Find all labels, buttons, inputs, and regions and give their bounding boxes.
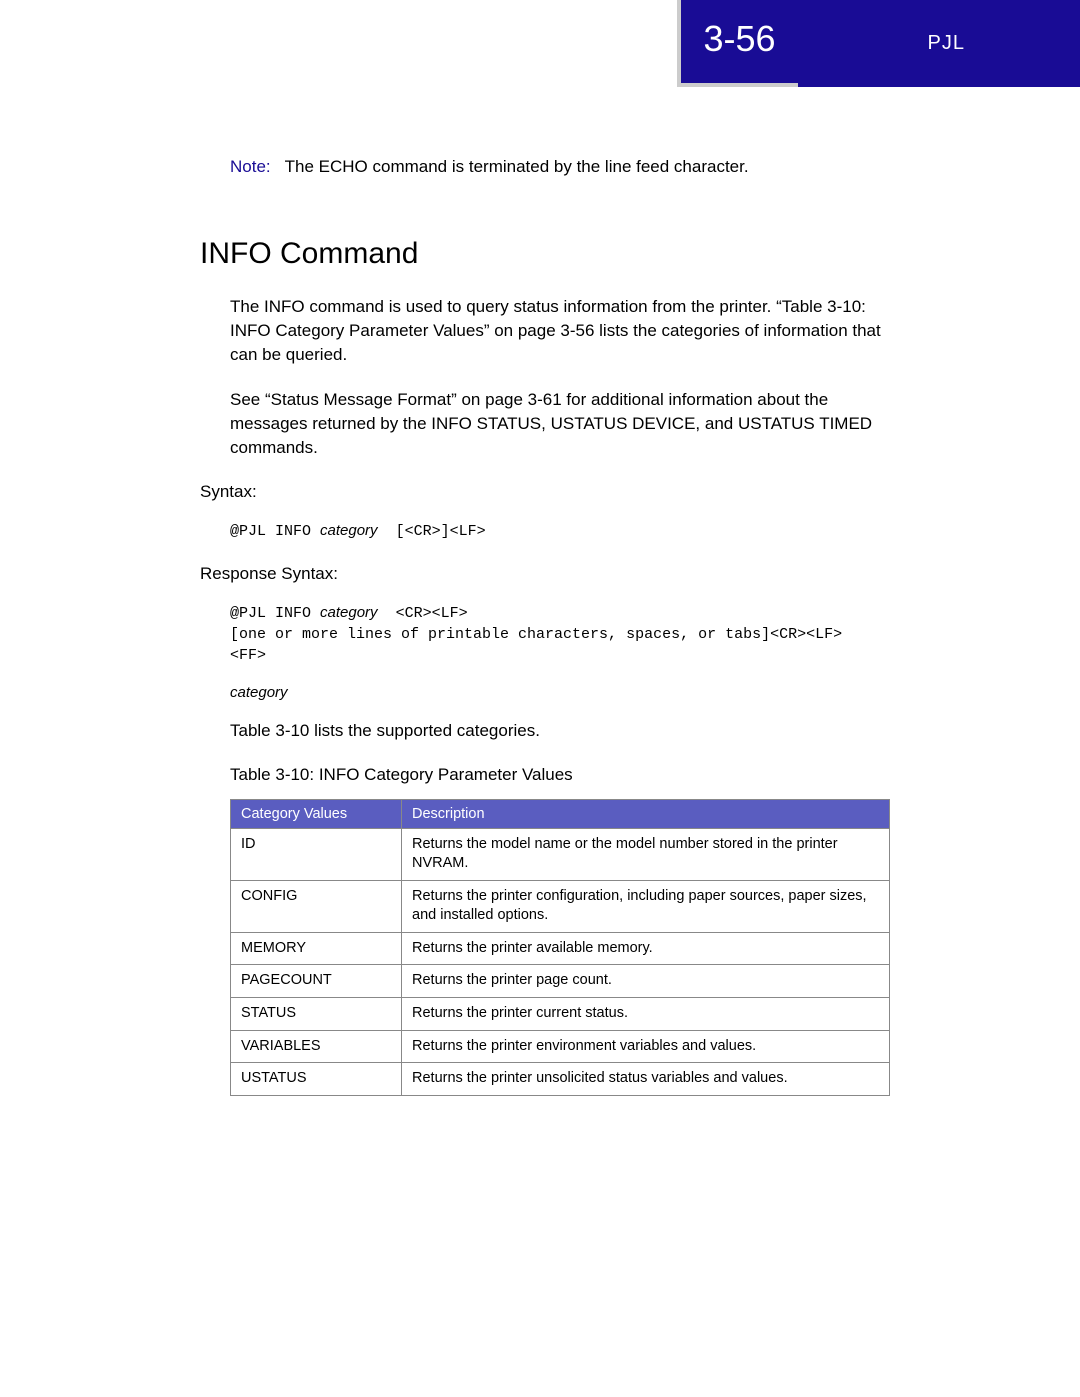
table-header-description: Description [402, 799, 890, 828]
category-italic-label: category [230, 684, 890, 701]
response-syntax-label: Response Syntax: [200, 564, 890, 584]
category-table: Category Values Description ID Returns t… [230, 799, 890, 1096]
header-wrap: 3-56 PJL [677, 0, 1080, 87]
cell-category: MEMORY [231, 932, 402, 965]
page-number-box: 3-56 [677, 0, 797, 87]
cell-description: Returns the printer unsolicited status v… [402, 1063, 890, 1096]
table-row: MEMORY Returns the printer available mem… [231, 932, 890, 965]
paragraph-2: See “Status Message Format” on page 3-61… [230, 388, 890, 459]
cell-description: Returns the printer available memory. [402, 932, 890, 965]
response-italic: category [320, 604, 378, 621]
cell-description: Returns the printer current status. [402, 997, 890, 1030]
cell-category: STATUS [231, 997, 402, 1030]
syntax-prefix: @PJL INFO [230, 523, 320, 540]
table-row: ID Returns the model name or the model n… [231, 828, 890, 880]
note-text: The ECHO command is terminated by the li… [285, 157, 749, 177]
table-header-category: Category Values [231, 799, 402, 828]
table-header-row: Category Values Description [231, 799, 890, 828]
cell-category: PAGECOUNT [231, 965, 402, 998]
cell-description: Returns the printer page count. [402, 965, 890, 998]
paragraph-1: The INFO command is used to query status… [230, 295, 890, 366]
paragraph-3: Table 3-10 lists the supported categorie… [230, 719, 890, 743]
table-row: PAGECOUNT Returns the printer page count… [231, 965, 890, 998]
cell-category: ID [231, 828, 402, 880]
section-label: PJL [798, 0, 1080, 87]
cell-description: Returns the printer environment variable… [402, 1030, 890, 1063]
cell-category: CONFIG [231, 880, 402, 932]
table-row: VARIABLES Returns the printer environmen… [231, 1030, 890, 1063]
cell-category: USTATUS [231, 1063, 402, 1096]
syntax-suffix: [<CR>]<LF> [378, 523, 486, 540]
syntax-label: Syntax: [200, 482, 890, 502]
syntax-code: @PJL INFO category [<CR>]<LF> [230, 520, 890, 542]
table-row: CONFIG Returns the printer configuration… [231, 880, 890, 932]
response-code: @PJL INFO category <CR><LF> [one or more… [230, 602, 890, 666]
table-row: STATUS Returns the printer current statu… [231, 997, 890, 1030]
cell-description: Returns the printer configuration, inclu… [402, 880, 890, 932]
cell-description: Returns the model name or the model numb… [402, 828, 890, 880]
page-header: 3-56 PJL [0, 0, 1080, 87]
page-content: Note: The ECHO command is terminated by … [200, 157, 890, 1096]
table-row: USTATUS Returns the printer unsolicited … [231, 1063, 890, 1096]
note-label: Note: [230, 157, 271, 177]
table-caption: Table 3-10: INFO Category Parameter Valu… [230, 765, 890, 785]
syntax-italic: category [320, 522, 378, 539]
section-heading: INFO Command [200, 237, 890, 271]
response-prefix: @PJL INFO [230, 605, 320, 622]
cell-category: VARIABLES [231, 1030, 402, 1063]
note-row: Note: The ECHO command is terminated by … [230, 157, 890, 177]
